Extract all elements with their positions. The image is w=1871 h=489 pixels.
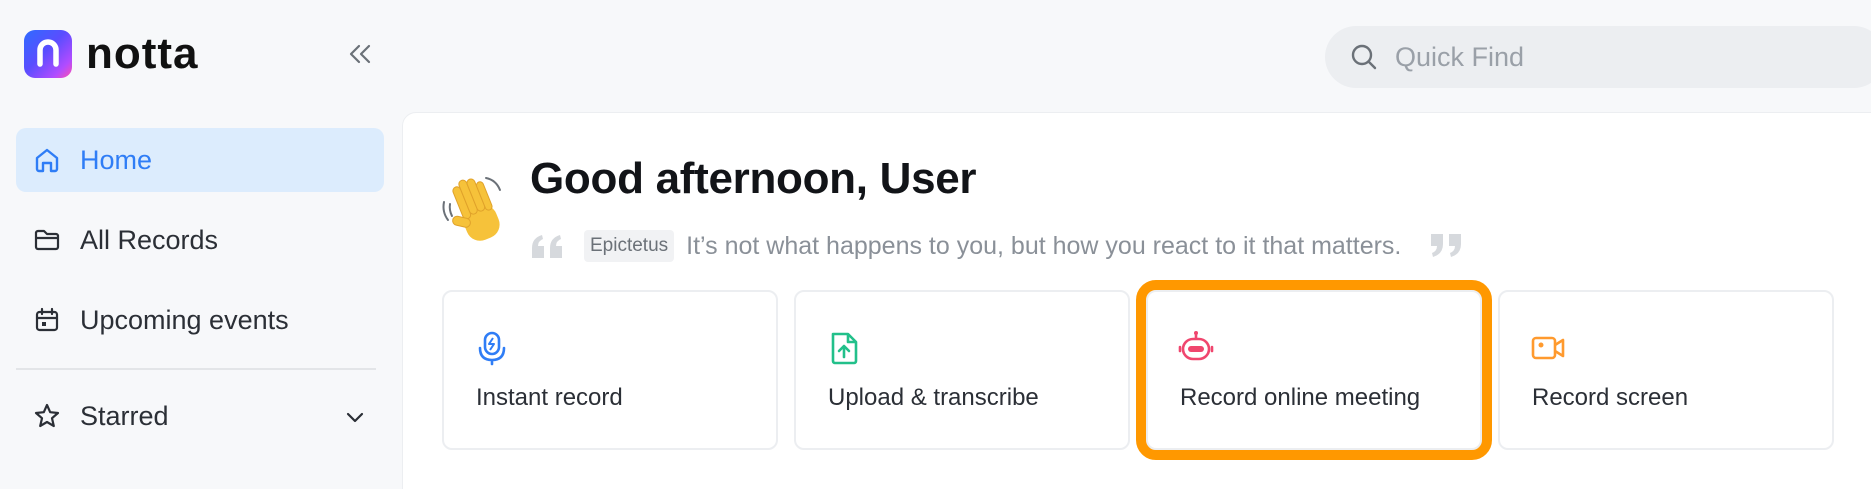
card-label: Upload & transcribe (828, 384, 1039, 411)
microphone-icon (478, 331, 506, 366)
upload-transcribe-card[interactable]: Upload & transcribe (794, 290, 1130, 450)
calendar-icon (32, 305, 62, 335)
card-label: Record screen (1532, 384, 1689, 411)
chevron-down-icon[interactable] (342, 404, 368, 430)
folder-icon (32, 225, 62, 255)
robot-icon (1178, 331, 1214, 361)
collapse-sidebar-button[interactable] (344, 38, 376, 70)
sidebar-item-all-records[interactable]: All Records (16, 208, 384, 272)
sidebar-nav: Home All Records Upcoming events (16, 128, 384, 368)
instant-record-card[interactable]: Instant record (442, 290, 778, 450)
app-logo[interactable]: notta (24, 30, 199, 78)
open-quote-icon (532, 235, 562, 258)
card-label: Record online meeting (1180, 384, 1421, 411)
record-online-meeting-card[interactable]: Record online meeting (1136, 280, 1492, 460)
greeting-title: Good afternoon, User (530, 154, 977, 203)
sidebar-item-label: All Records (80, 224, 219, 255)
sidebar-item-upcoming-events[interactable]: Upcoming events (16, 288, 384, 352)
waving-hand-icon (440, 172, 512, 248)
card-label: Instant record (476, 384, 623, 411)
sidebar-item-label: Starred (80, 400, 169, 431)
quote-text: It’s not what happens to you, but how yo… (686, 231, 1402, 260)
notta-logo-icon (24, 30, 72, 78)
sidebar-divider (16, 368, 376, 370)
daily-quote: Epictetus It’s not what happens to you, … (530, 228, 1463, 264)
file-upload-icon (831, 332, 858, 365)
quick-find-search[interactable] (1325, 26, 1871, 88)
sidebar-item-label: Upcoming events (80, 304, 289, 335)
search-input[interactable] (1395, 41, 1795, 73)
record-screen-card[interactable]: Record screen (1498, 290, 1834, 450)
double-chevron-left-icon (349, 44, 371, 64)
video-camera-icon (1531, 336, 1565, 360)
quote-author: Epictetus (584, 230, 675, 262)
sidebar-item-label: Home (80, 144, 153, 175)
sidebar-item-home[interactable]: Home (16, 128, 384, 192)
app-name: notta (86, 29, 199, 78)
home-icon (32, 145, 62, 175)
star-icon (32, 401, 62, 431)
sidebar-item-starred[interactable]: Starred (16, 384, 376, 448)
search-icon (1351, 44, 1377, 70)
close-quote-icon (1431, 234, 1462, 257)
